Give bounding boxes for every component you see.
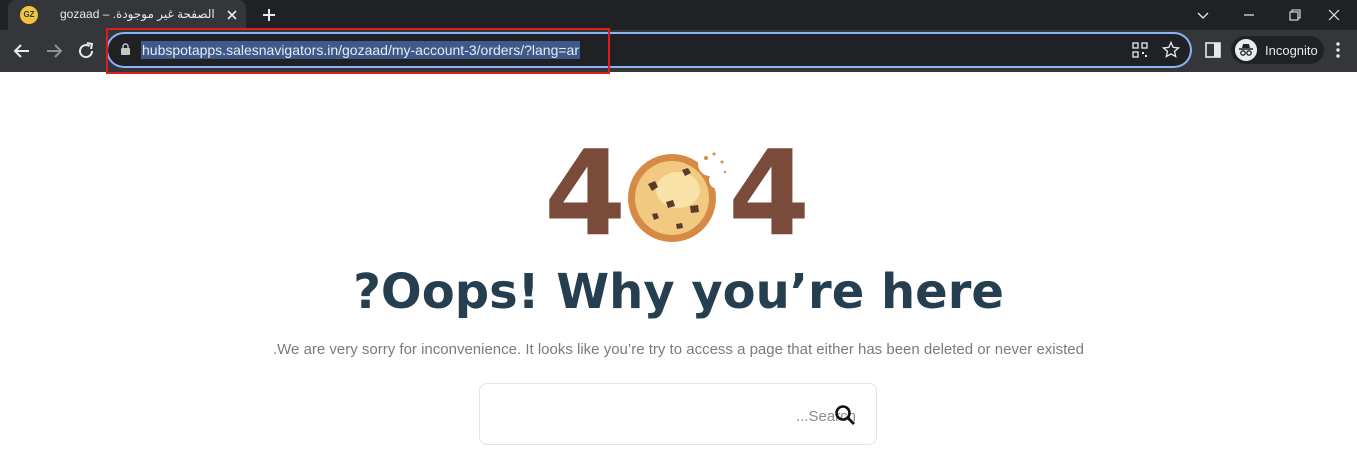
tab-title: الصفحة غير موجودة. – gozaad (60, 7, 215, 21)
bitten-cookie-icon (628, 152, 727, 242)
browser-tab[interactable]: GZ الصفحة غير موجودة. – gozaad (8, 0, 246, 30)
error-message: We are very sorry for inconvenience. It … (273, 341, 1084, 358)
new-tab-plus-icon[interactable] (258, 4, 280, 26)
url-highlight-annotation (106, 28, 610, 74)
incognito-icon (1235, 39, 1257, 61)
back-arrow-icon[interactable] (10, 39, 34, 63)
kebab-menu-icon[interactable] (1336, 42, 1340, 58)
incognito-profile-button[interactable]: Incognito (1231, 36, 1324, 64)
forward-arrow-icon[interactable] (42, 39, 66, 63)
close-window-icon[interactable] (1311, 0, 1357, 30)
tab-strip: GZ الصفحة غير موجودة. – gozaad (0, 0, 1357, 30)
close-tab-icon[interactable] (224, 7, 240, 23)
error-404-graphic: 4 4 (540, 134, 820, 252)
qr-code-icon[interactable] (1132, 42, 1148, 58)
gozaad-favicon-icon: GZ (20, 6, 38, 24)
side-panel-icon[interactable] (1204, 41, 1222, 59)
error-digit-right: 4 (728, 124, 811, 262)
minimize-window-icon[interactable] (1226, 0, 1272, 30)
search-icon[interactable] (834, 404, 856, 426)
incognito-label: Incognito (1265, 43, 1318, 58)
bookmark-star-icon[interactable] (1162, 41, 1180, 59)
reload-icon[interactable] (74, 39, 98, 63)
error-digit-left: 4 (544, 124, 627, 262)
tab-search-chevron-icon[interactable] (1180, 0, 1226, 30)
search-input[interactable]: Search... (479, 383, 877, 445)
page-heading: Oops! Why you’re here? (353, 264, 1004, 320)
